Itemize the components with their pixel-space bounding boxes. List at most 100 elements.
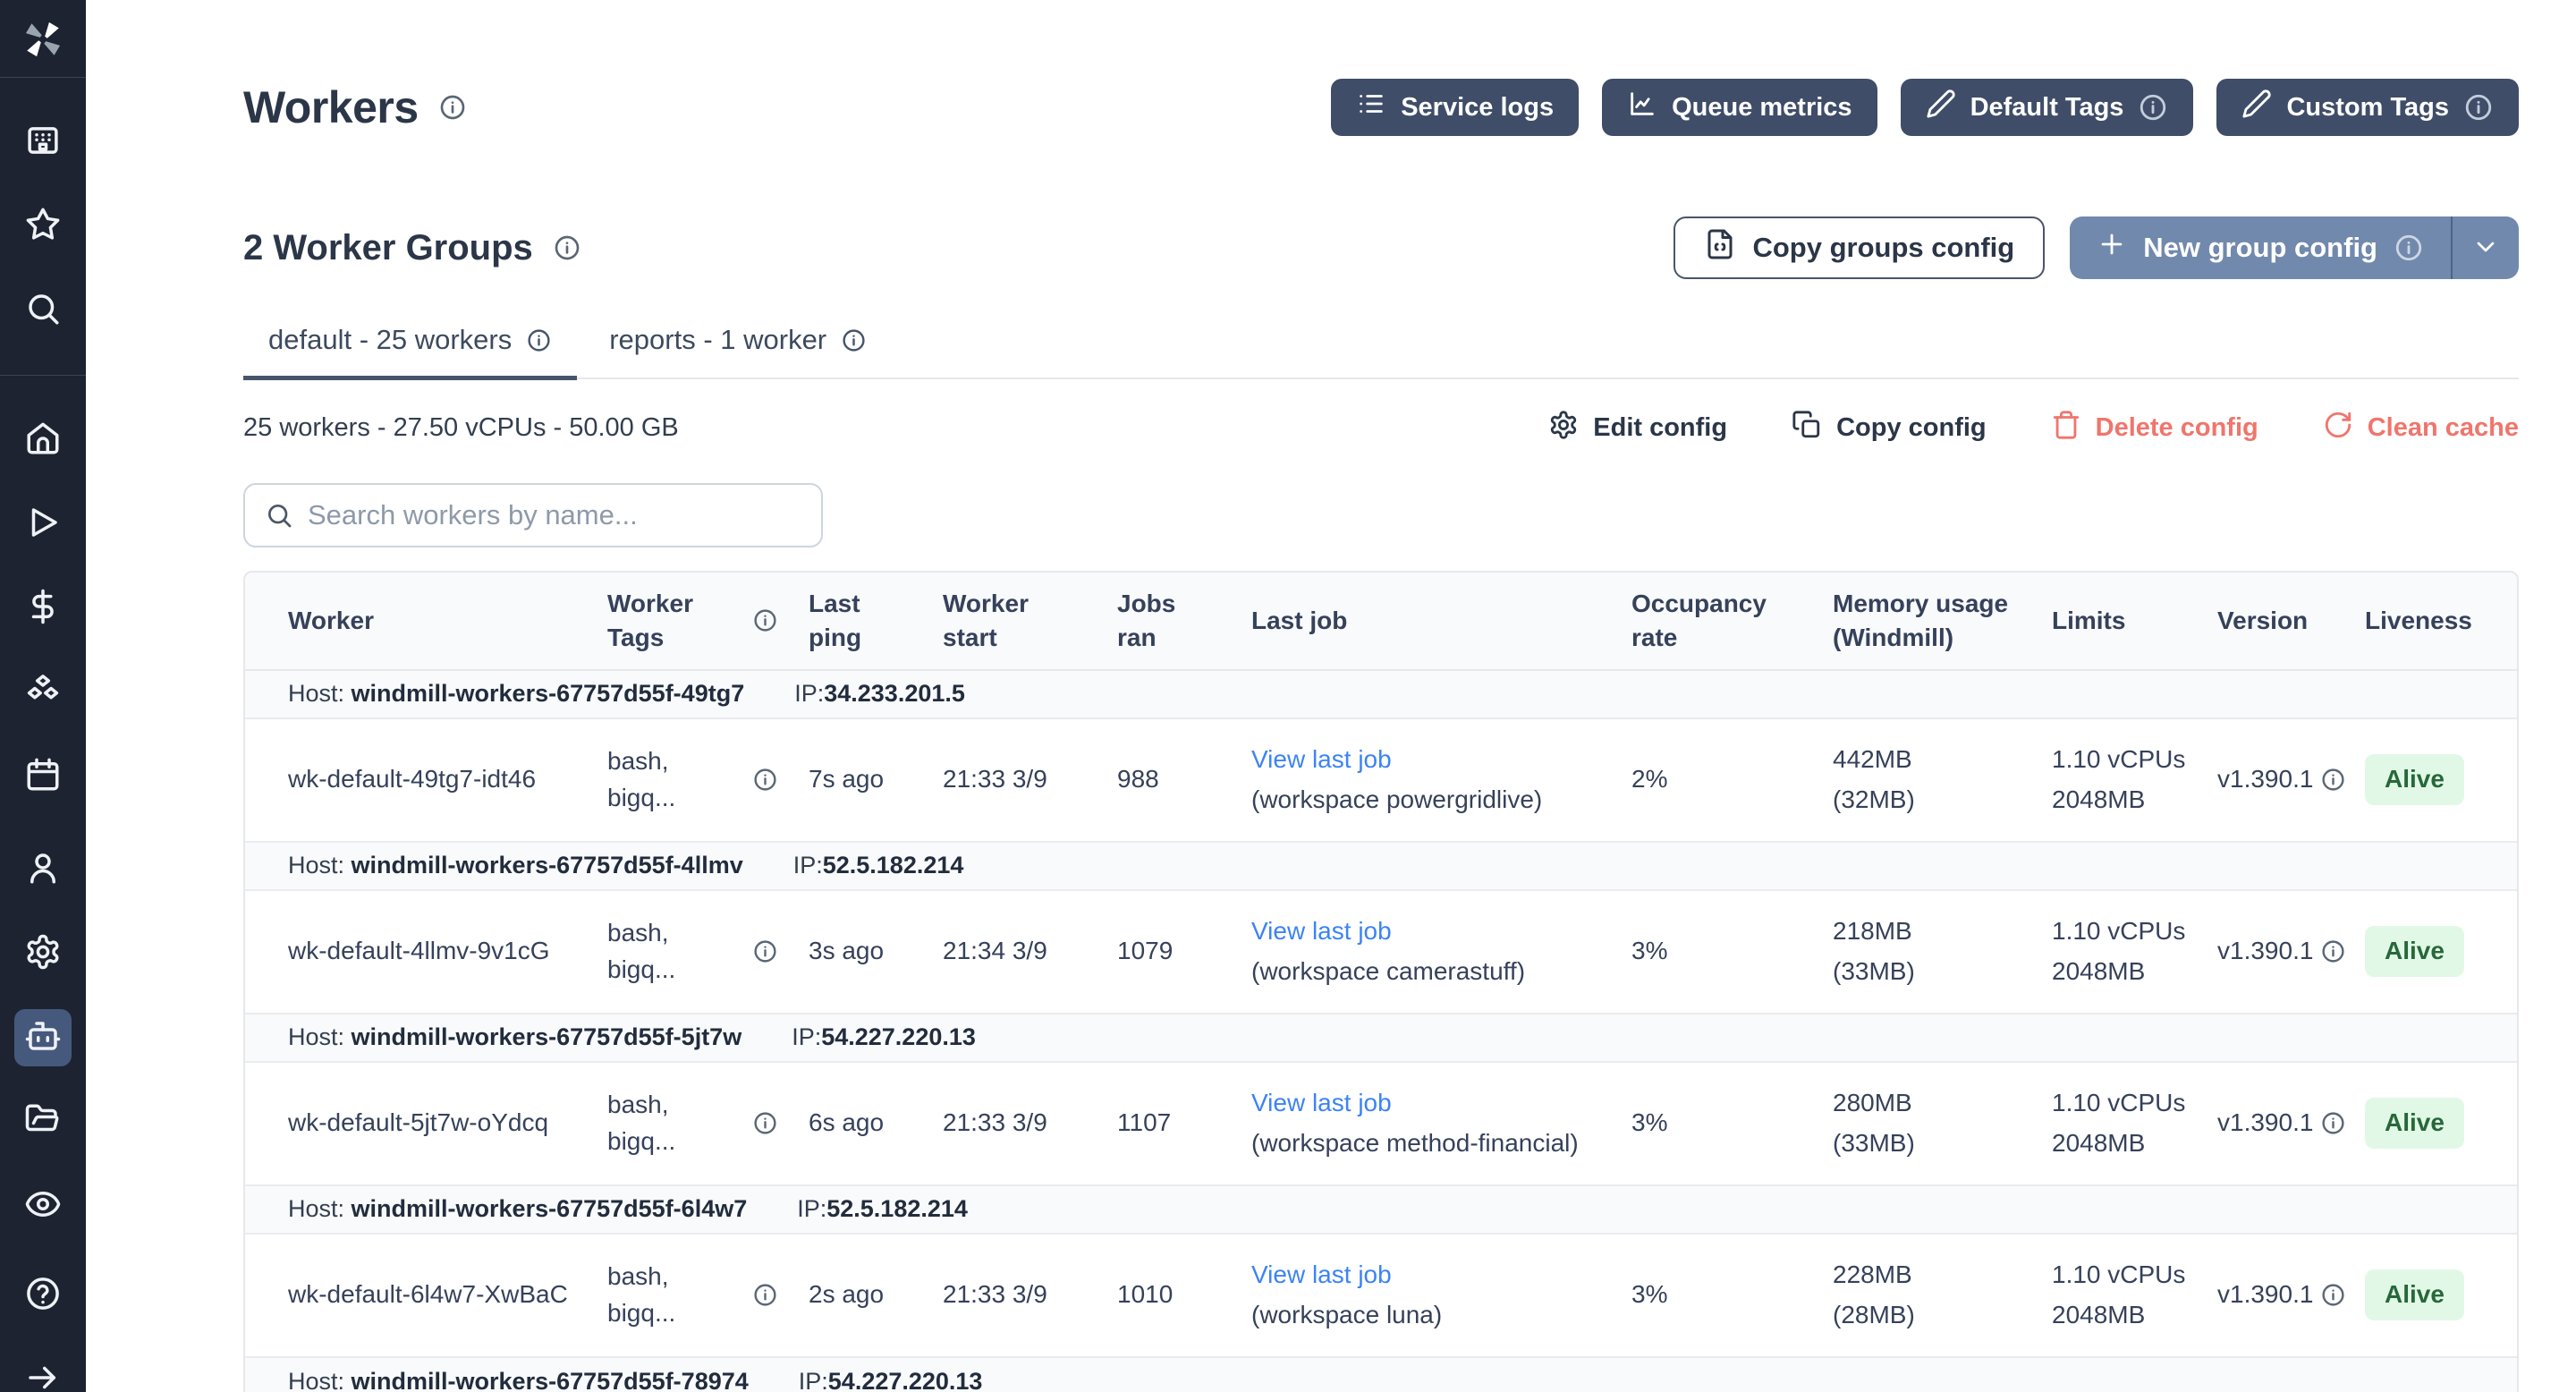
sidebar-item-variables[interactable] [14,580,72,637]
tab-default[interactable]: default - 25 workers [243,311,577,380]
sidebar-item-schedules[interactable] [14,748,72,805]
version-info-icon[interactable] [2320,938,2346,964]
table-row: wk-default-4llmv-9v1cG bash, bigq... 3s … [245,891,2517,1014]
view-last-job-link[interactable]: View last job [1251,913,1392,950]
edit-config-button[interactable]: Edit config [1548,410,1727,447]
new-group-config-button[interactable]: New group config [2070,216,2451,279]
apps-icon [24,122,62,164]
last-ping-cell: 6s ago [791,1092,925,1154]
default-tags-info-icon[interactable] [2138,92,2168,123]
memory-total: 218MB [1833,913,1912,950]
worker-start-cell: 21:34 3/9 [925,921,1099,982]
host-row: Host: windmill-workers-67757d55f-6l4w7 I… [245,1186,2517,1235]
limit-memory: 2048MB [2052,782,2145,819]
sidebar-item-workers[interactable] [14,1009,72,1066]
custom-tags-button[interactable]: Custom Tags [2216,79,2519,136]
trash-icon [2051,410,2081,447]
service-logs-button[interactable]: Service logs [1331,79,1579,136]
groups-heading: 2 Worker Groups [243,228,533,268]
version-info-icon[interactable] [2320,1110,2346,1136]
tab-default-info-icon[interactable] [526,327,552,353]
host-row: Host: windmill-workers-67757d55f-5jt7w I… [245,1014,2517,1063]
groups-header: 2 Worker Groups Copy groups config New g… [243,216,2519,279]
delete-config-button[interactable]: Delete config [2051,410,2258,447]
tab-default-label: default - 25 workers [268,324,512,356]
copy-groups-config-button[interactable]: Copy groups config [1674,216,2045,279]
view-last-job-link[interactable]: View last job [1251,1085,1392,1122]
memory-windmill: (28MB) [1833,1297,1915,1334]
worker-tags-cell: bash, bigq... [589,731,791,828]
col-limits: Limits [2034,593,2199,649]
sidebar-item-collapse[interactable] [14,1351,72,1392]
liveness-badge: Alive [2365,1098,2464,1149]
chart-icon [1627,89,1657,126]
memory-cell: 280MB (33MB) [1815,1073,2034,1174]
sidebar-item-folders[interactable] [14,1093,72,1150]
view-last-job-link[interactable]: View last job [1251,1257,1392,1294]
ip-prefix: IP: [792,1023,821,1050]
worker-tags-value: bash, bigq... [607,743,741,816]
worker-name: wk-default-6l4w7-XwBaC [245,1264,589,1326]
last-job-workspace: (workspace powergridlive) [1251,782,1542,819]
worker-tags-row-info-icon[interactable] [752,767,778,793]
calendar-icon [24,756,62,798]
limit-cpu: 1.10 vCPUs [2052,913,2185,950]
new-group-config-info-icon[interactable] [2394,233,2424,263]
sidebar-item-settings[interactable] [14,925,72,982]
sidebar-item-search[interactable] [14,282,72,339]
pencil-icon [1926,89,1956,126]
search-workers-input[interactable] [243,483,823,547]
worker-tags-row-info-icon[interactable] [752,938,778,964]
sidebar-item-apps[interactable] [14,114,72,171]
limits-cell: 1.10 vCPUs 2048MB [2034,1244,2199,1345]
sidebar-item-resources[interactable] [14,664,72,721]
copy-config-button[interactable]: Copy config [1792,410,1987,447]
view-last-job-link[interactable]: View last job [1251,742,1392,778]
worker-tags-row-info-icon[interactable] [752,1282,778,1308]
windmill-logo[interactable] [20,0,66,77]
workers-info-icon[interactable] [438,93,467,122]
sidebar-item-favorites[interactable] [14,198,72,255]
version-cell: v1.390.1 [2199,921,2347,982]
pencil-icon [2241,89,2272,126]
version-info-icon[interactable] [2320,767,2346,793]
jobs-ran-cell: 1079 [1099,921,1233,982]
sidebar-item-runs[interactable] [14,496,72,553]
chevron-down-icon [2471,233,2500,264]
sidebar-item-help[interactable] [14,1267,72,1324]
table-row: wk-default-49tg7-idt46 bash, bigq... 7s … [245,719,2517,843]
copy-config-label: Copy config [1836,413,1987,443]
worker-tags-row-info-icon[interactable] [752,1110,778,1136]
eye-icon [24,1185,62,1227]
clean-cache-button[interactable]: Clean cache [2323,410,2519,447]
tab-reports-info-icon[interactable] [841,327,867,353]
sidebar-item-home[interactable] [14,412,72,469]
gear-icon [1548,410,1579,447]
page-title: Workers [243,81,419,133]
boxes-icon [24,672,62,714]
tab-reports[interactable]: reports - 1 worker [584,311,892,380]
col-worker: Worker [245,593,589,649]
sidebar-item-users[interactable] [14,841,72,898]
sidebar-item-audit[interactable] [14,1177,72,1235]
host-row: Host: windmill-workers-67757d55f-78974 I… [245,1358,2517,1392]
play-icon [24,504,62,546]
host-ip-value: 52.5.182.214 [826,1195,968,1222]
version-cell: v1.390.1 [2199,1264,2347,1326]
worker-tags-info-icon[interactable] [752,607,778,633]
worker-tags-value: bash, bigq... [607,1259,741,1331]
default-tags-button[interactable]: Default Tags [1901,79,2194,136]
groups-info-icon[interactable] [553,233,581,262]
new-group-config-caret-button[interactable] [2453,216,2519,279]
last-job-workspace: (workspace luna) [1251,1297,1442,1334]
custom-tags-info-icon[interactable] [2463,92,2494,123]
ip-prefix: IP: [799,1368,828,1392]
col-version: Version [2199,593,2347,649]
version-info-icon[interactable] [2320,1282,2346,1308]
page-header: Workers Service logs Queue metrics [243,79,2519,136]
sidebar [0,0,86,1392]
worker-tags-cell: bash, bigq... [589,1246,791,1344]
queue-metrics-button[interactable]: Queue metrics [1602,79,1877,136]
liveness-cell: Alive [2347,1085,2517,1161]
version-value: v1.390.1 [2217,933,2313,970]
